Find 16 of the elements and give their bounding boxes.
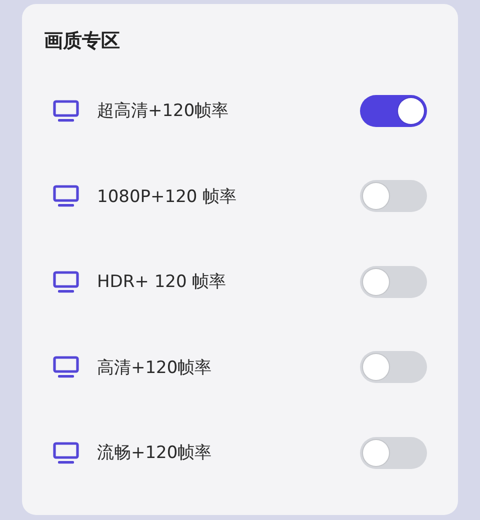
section-title: 画质专区 [44,29,120,54]
monitor-icon [53,185,79,208]
toggle-switch[interactable] [360,351,427,384]
option-label: 超高清+120帧率 [97,100,230,122]
toggle-switch[interactable] [360,94,427,127]
toggle-switch[interactable] [360,436,427,469]
toggle-switch[interactable] [360,180,427,212]
option-label: 高清+120帧率 [97,356,213,379]
option-label: HDR+ 120 帧率 [97,271,228,294]
monitor-icon [53,270,79,293]
monitor-icon [53,100,79,122]
monitor-icon [53,356,79,378]
option-label: 1080P+120 帧率 [97,186,238,208]
toggle-switch[interactable] [360,266,427,298]
option-label: 流畅+120帧率 [97,442,213,464]
monitor-icon [53,442,79,464]
